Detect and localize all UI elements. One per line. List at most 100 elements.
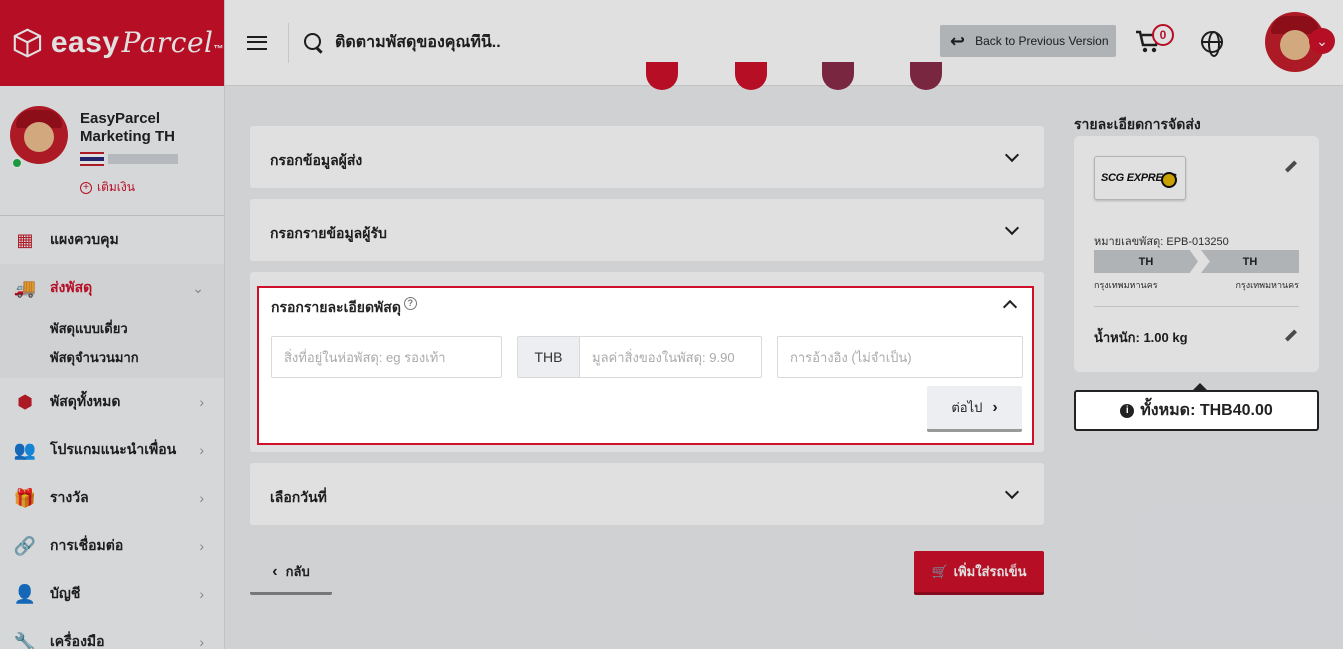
sidebar-item-label: แผงควบคุม <box>50 231 119 247</box>
chevron-right-icon: › <box>199 442 204 458</box>
account-dropdown-button[interactable]: ⌄ <box>1309 28 1335 54</box>
currency-prefix: THB <box>518 337 580 377</box>
chevron-down-icon <box>1006 487 1018 499</box>
chevron-down-icon <box>1006 223 1018 235</box>
sidebar-item-account[interactable]: 👤 บัญชี › <box>0 570 224 618</box>
shipping-summary-card: SCG EXPRESS หมายเลขพัสดุ: EPB-013250 TH … <box>1074 136 1319 372</box>
chevron-down-icon: ⌄ <box>192 280 204 296</box>
search-icon <box>303 32 325 54</box>
reference-field <box>777 336 1023 378</box>
sidebar-nav: ▦ แผงควบคุม 🚚 ส่งพัสดุ ⌄ พัสดุแบบเดี่ยว … <box>0 216 224 649</box>
courier-logo: SCG EXPRESS <box>1094 156 1186 200</box>
sidebar-item-dashboard[interactable]: ▦ แผงควบคุม <box>0 216 224 264</box>
shipping-summary-title: รายละเอียดการจัดส่ง <box>1074 116 1201 132</box>
referral-icon: 👥 <box>13 439 37 460</box>
dashboard-icon: ▦ <box>16 229 34 250</box>
plus-circle-icon: + <box>80 181 92 194</box>
add-to-cart-button[interactable]: 🛒 เพิ่มใส่รถเข็น <box>914 551 1044 595</box>
parcel-value-field: THB <box>517 336 762 378</box>
sidebar-item-label: บัญชี <box>50 585 81 601</box>
sidebar-subitem-single[interactable]: พัสดุแบบเดี่ยว <box>50 314 224 343</box>
boxes-icon: ⬢ <box>17 391 33 412</box>
edit-weight-pencil-icon[interactable] <box>1284 329 1298 343</box>
weight-label: น้ำหนัก: 1.00 kg <box>1094 330 1188 345</box>
cube-logo-icon <box>13 28 42 58</box>
avatar[interactable] <box>10 106 68 164</box>
back-to-previous-version-button[interactable]: ↩ Back to Previous Version <box>940 25 1116 57</box>
chevron-right-icon: › <box>992 398 998 416</box>
user-icon: 👤 <box>13 583 37 604</box>
sidebar-submenu: พัสดุแบบเดี่ยว พัสดุจำนวนมาก <box>0 312 224 378</box>
sender-section-title: กรอกข้อมูลผู้ส่ง <box>270 152 363 168</box>
info-icon[interactable]: i <box>1120 403 1135 418</box>
chevron-right-icon: › <box>199 394 204 410</box>
divider <box>1094 306 1299 307</box>
total-price: ทั้งหมด: THB40.00 <box>1140 402 1273 419</box>
tracking-number: หมายเลขพัสดุ: EPB-013250 <box>1094 236 1229 248</box>
help-icon[interactable]: ? <box>403 297 417 310</box>
hamburger-menu-button[interactable] <box>225 22 289 63</box>
parcel-section-title: กรอกรายละเอียดพัสดุ <box>271 299 401 315</box>
sidebar-item-integrations[interactable]: 🔗 การเชื่อมต่อ › <box>0 522 224 570</box>
sidebar-subitem-bulk[interactable]: พัสดุจำนวนมาก <box>50 343 224 372</box>
topup-label: เติมเงิน <box>97 180 135 194</box>
truck-icon: 🚚 <box>13 277 37 298</box>
parcel-section-header: กรอกรายละเอียดพัสดุ? <box>271 297 417 319</box>
profile-card: EasyParcel Marketing TH + เติมเงิน <box>0 86 224 216</box>
sidebar-item-label: รางวัล <box>50 489 89 505</box>
link-icon: 🔗 <box>13 535 37 556</box>
parcel-content-field <box>271 336 502 378</box>
sidebar-item-referral[interactable]: 👥 โปรแกมแนะนำเพื่อน › <box>0 426 224 474</box>
chevron-right-icon: › <box>199 538 204 554</box>
date-section[interactable]: เลือกวันที่ <box>250 463 1044 525</box>
sidebar-item-label: พัสดุทั้งหมด <box>50 393 121 409</box>
route-to: TH <box>1201 250 1299 273</box>
next-button[interactable]: ต่อไป › <box>927 386 1022 432</box>
receiver-section[interactable]: กรอกรายข้อมูลผู้รับ <box>250 199 1044 261</box>
search-input[interactable] <box>335 33 895 52</box>
sidebar-item-label: การเชื่อมต่อ <box>50 537 124 553</box>
edit-courier-pencil-icon[interactable] <box>1284 160 1298 174</box>
cart-count-badge: 0 <box>1152 24 1174 46</box>
parcel-content-input[interactable] <box>272 337 501 377</box>
brand-wordmark: easy Parcel ™ <box>50 26 224 59</box>
sidebar-item-rewards[interactable]: 🎁 รางวัล › <box>0 474 224 522</box>
topup-link[interactable]: + เติมเงิน <box>80 178 135 197</box>
hamburger-icon <box>246 35 267 50</box>
chevron-down-icon <box>1006 150 1018 162</box>
brand-logo[interactable]: easy Parcel ™ <box>0 0 224 86</box>
sidebar-item-send-parcel[interactable]: 🚚 ส่งพัสดุ ⌄ <box>0 264 224 312</box>
cart-icon: 🛒 <box>931 563 948 579</box>
sidebar-item-tools[interactable]: 🔧 เครื่องมือ › <box>0 618 224 649</box>
online-status-icon <box>12 158 22 168</box>
blurred-balance <box>108 154 178 164</box>
back-label: Back to Previous Version <box>975 34 1109 48</box>
date-section-title: เลือกวันที่ <box>270 489 327 505</box>
route-from: TH <box>1094 250 1198 273</box>
profile-name: EasyParcel Marketing TH <box>80 110 176 145</box>
sidebar-item-label: โปรแกมแนะนำเพื่อน <box>50 441 177 457</box>
chevron-right-icon: › <box>199 490 204 506</box>
route-from-city: กรุงเทพมหานคร <box>1094 280 1158 290</box>
chevron-up-icon[interactable] <box>1004 298 1016 310</box>
chevron-down-icon: ⌄ <box>1316 32 1328 49</box>
route-bar: TH TH <box>1094 250 1299 273</box>
chevron-right-icon: › <box>199 586 204 602</box>
chevron-left-icon: ‹ <box>272 562 278 580</box>
language-globe-icon[interactable] <box>1201 31 1223 57</box>
return-arrow-icon: ↩ <box>950 30 966 51</box>
thailand-flag-icon <box>80 152 104 166</box>
sidebar-item-all-parcels[interactable]: ⬢ พัสดุทั้งหมด › <box>0 378 224 426</box>
route-to-city: กรุงเทพมหานคร <box>1235 280 1299 290</box>
wrench-icon: 🔧 <box>13 631 37 649</box>
chevron-right-icon: › <box>199 634 204 649</box>
back-button[interactable]: ‹ กลับ <box>250 551 332 595</box>
parcel-details-section: กรอกรายละเอียดพัสดุ? THB ต่อไป › <box>257 286 1034 445</box>
sidebar-item-label: เครื่องมือ <box>50 633 105 649</box>
receiver-section-title: กรอกรายข้อมูลผู้รับ <box>270 225 387 241</box>
add-to-cart-label: เพิ่มใส่รถเข็น <box>953 564 1027 579</box>
gift-icon: 🎁 <box>13 487 37 508</box>
sidebar: easy Parcel ™ EasyParcel Marketing TH + เต… <box>0 0 225 649</box>
reference-input[interactable] <box>778 337 1022 377</box>
sender-section[interactable]: กรอกข้อมูลผู้ส่ง <box>250 126 1044 188</box>
